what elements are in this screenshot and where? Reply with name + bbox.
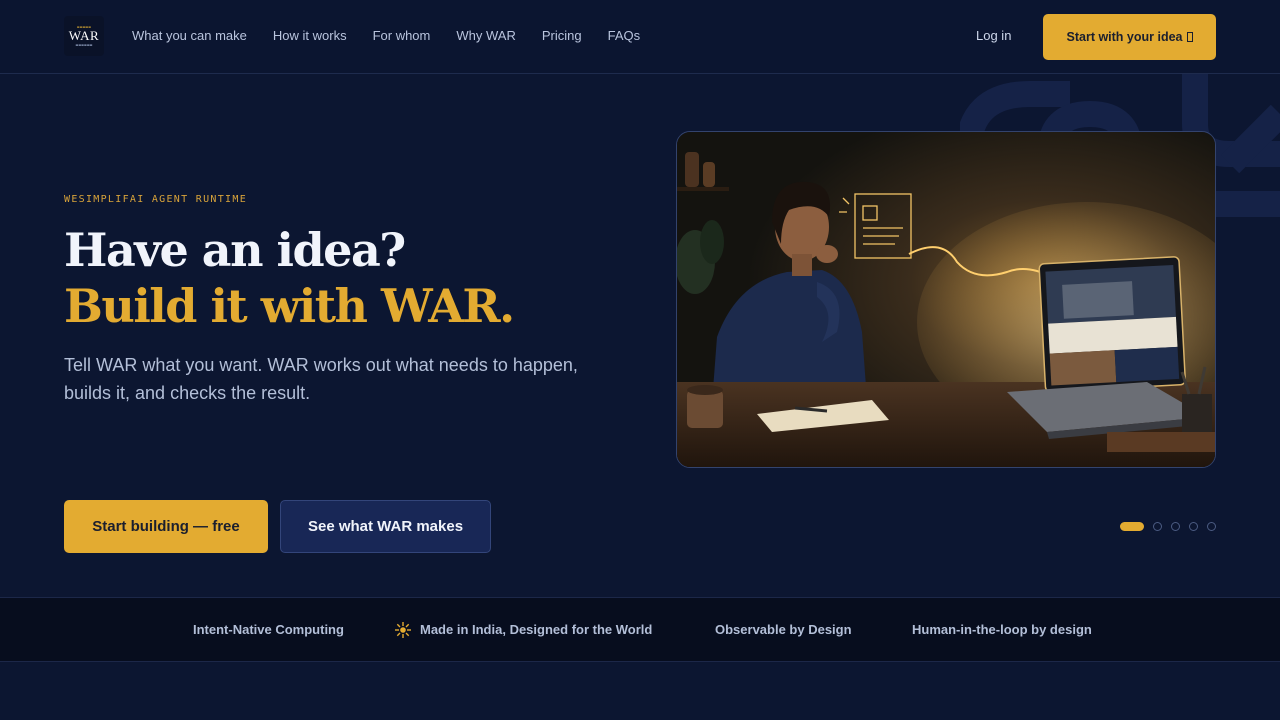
hero-title-line1: Have an idea? [64,223,406,277]
main-nav: What you can make How it works For whom … [132,28,666,46]
hero-title: Have an idea? Build it with WAR. [64,222,515,334]
nav-pricing[interactable]: Pricing [542,28,582,46]
carousel-dots [1120,521,1216,531]
arrow-icon [1186,32,1193,42]
site-header: ▬▬▬▬▬ WAR ▬▬▬▬▬▬ What you can make How i… [0,0,1280,74]
see-what-war-makes-button[interactable]: See what WAR makes [280,500,491,553]
start-building-button[interactable]: Start building — free [64,500,268,553]
carousel-dot-2[interactable] [1153,521,1162,531]
hero-title-line2: Build it with WAR. [64,279,515,333]
nav-faqs[interactable]: FAQs [608,28,641,46]
feature-observable: Observable by Design [715,622,852,637]
logo-wordmark: WAR [68,28,100,43]
nav-for-whom[interactable]: For whom [373,28,431,46]
nav-why-war[interactable]: Why WAR [456,28,515,46]
feature-made-in-india: Made in India, Designed for the World [420,622,653,637]
carousel-dot-5[interactable] [1207,521,1216,531]
start-with-idea-button[interactable]: Start with your idea [1043,14,1216,60]
carousel-dot-3[interactable] [1171,521,1180,531]
feature-human-in-loop: Human-in-the-loop by design [912,622,1092,637]
carousel-dot-1[interactable] [1120,521,1144,531]
nav-what-you-can-make[interactable]: What you can make [132,28,247,46]
login-link[interactable]: Log in [976,28,1011,43]
hero-illustration [676,131,1216,468]
carousel-dot-4[interactable] [1189,521,1198,531]
start-with-idea-label: Start with your idea [1066,30,1183,44]
sun-icon [395,622,411,638]
war-logo[interactable]: ▬▬▬▬▬ WAR ▬▬▬▬▬▬ [64,16,104,56]
nav-how-it-works[interactable]: How it works [273,28,347,46]
feature-strip: Intent-Native Computing Made in India, D… [0,597,1280,662]
hero-subtitle: Tell WAR what you want. WAR works out wh… [64,355,578,403]
feature-intent-native: Intent-Native Computing [193,622,344,637]
hero-eyebrow: WESIMPLIFAI AGENT RUNTIME [64,194,248,205]
